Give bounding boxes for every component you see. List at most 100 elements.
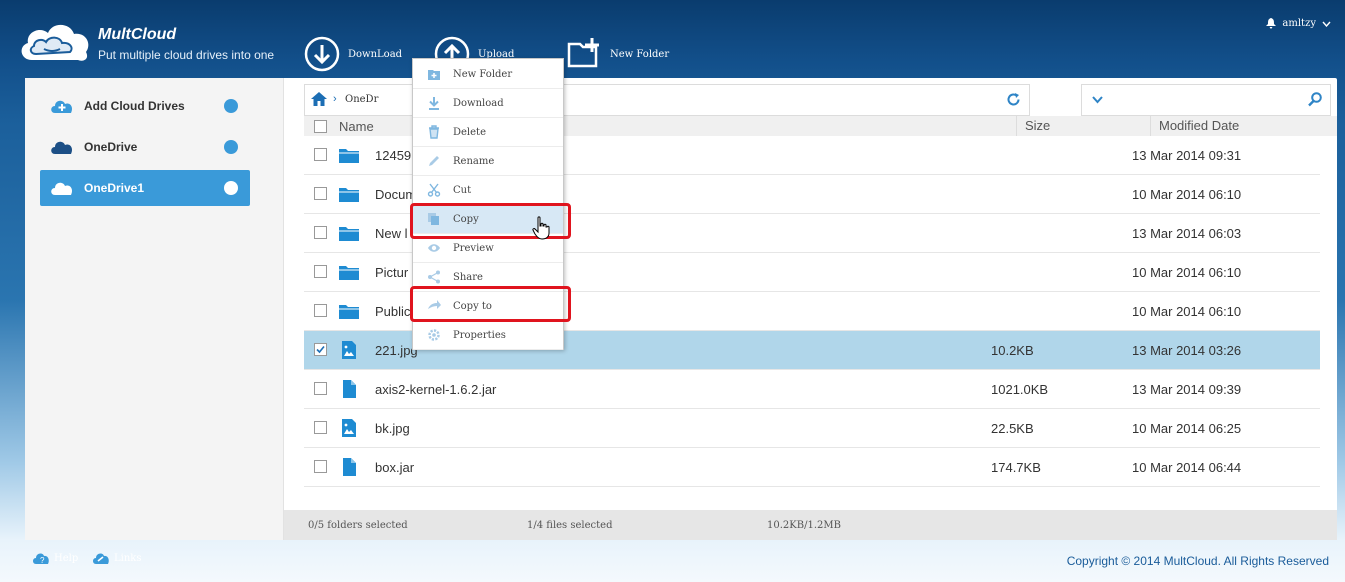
new-folder-button[interactable]: New Folder xyxy=(566,36,669,72)
download-icon xyxy=(304,36,340,72)
chevron-down-icon[interactable] xyxy=(1092,96,1103,104)
copyright-text: Copyright © 2014 MultCloud. All Rights R… xyxy=(1066,554,1329,568)
context-menu-item-download[interactable]: Download xyxy=(413,89,563,118)
download-label: DownLoad xyxy=(348,48,403,60)
search-icon[interactable] xyxy=(1308,92,1322,107)
context-menu-item-cut[interactable]: Cut xyxy=(413,176,563,205)
context-menu-label: New Folder xyxy=(453,69,513,80)
sidebar-item-label: Add Cloud Drives xyxy=(84,99,185,113)
app-name: MultCloud xyxy=(98,26,177,43)
table-row[interactable]: box.jar 174.7KB 10 Mar 2014 06:44 xyxy=(304,448,1320,487)
chevron-down-icon xyxy=(1322,21,1331,27)
new-folder-icon xyxy=(428,70,440,80)
file-modified-date: 10 Mar 2014 06:44 xyxy=(1132,460,1242,475)
file-modified-date: 10 Mar 2014 06:10 xyxy=(1132,304,1242,319)
home-icon[interactable] xyxy=(310,91,328,107)
sidebar-item-label: OneDrive xyxy=(84,140,138,154)
file-size: 10.2KB xyxy=(991,343,1034,358)
status-bar: 0/5 folders selected 1/4 files selected … xyxy=(284,510,1337,540)
onedrive-cloud-icon xyxy=(51,141,73,154)
folder-icon xyxy=(339,149,359,163)
context-menu-label: Properties xyxy=(453,330,506,341)
file-modified-date: 10 Mar 2014 06:10 xyxy=(1132,187,1242,202)
bell-icon xyxy=(1266,18,1277,29)
folder-icon xyxy=(339,305,359,319)
copy-to-highlight xyxy=(410,286,571,322)
row-checkbox[interactable] xyxy=(314,265,327,278)
select-all-checkbox[interactable] xyxy=(314,120,327,133)
size-selected: 10.2KB/1.2MB xyxy=(767,520,841,531)
row-checkbox[interactable] xyxy=(314,148,327,161)
row-checkbox[interactable] xyxy=(314,304,327,317)
file-icon xyxy=(343,458,356,476)
file-name[interactable]: axis2-kernel-1.6.2.jar xyxy=(375,382,496,397)
breadcrumb-segment[interactable]: OneDr xyxy=(345,94,378,105)
chevron-down-icon[interactable] xyxy=(224,181,238,195)
links-link[interactable]: Links xyxy=(92,552,141,565)
download-button[interactable]: DownLoad xyxy=(304,36,402,72)
sidebar-item-onedrive[interactable]: OneDrive xyxy=(40,129,250,165)
context-menu-label: Preview xyxy=(453,243,494,254)
file-icon xyxy=(343,380,356,398)
files-selected: 1/4 files selected xyxy=(527,520,613,531)
file-name[interactable]: New l xyxy=(375,226,408,241)
cloud-help-icon: ? xyxy=(33,553,49,565)
file-modified-date: 10 Mar 2014 06:25 xyxy=(1132,421,1242,436)
row-checkbox[interactable] xyxy=(314,187,327,200)
file-name[interactable]: bk.jpg xyxy=(375,421,410,436)
context-menu-item-new-folder[interactable]: New Folder xyxy=(413,60,563,89)
help-link[interactable]: ? Help xyxy=(32,552,78,565)
file-name[interactable]: Pictur xyxy=(375,265,408,280)
sidebar-item-onedrive1[interactable]: OneDrive1 xyxy=(40,170,250,206)
table-row[interactable]: axis2-kernel-1.6.2.jar 1021.0KB 13 Mar 201… xyxy=(304,370,1320,409)
folders-selected: 0/5 folders selected xyxy=(308,520,408,531)
row-checkbox[interactable] xyxy=(314,382,327,395)
onedrive-cloud-icon xyxy=(51,182,73,195)
file-name[interactable]: Public xyxy=(375,304,410,319)
context-menu-item-rename[interactable]: Rename xyxy=(413,147,563,176)
multcloud-logo-icon xyxy=(21,24,89,61)
row-checkbox[interactable] xyxy=(314,226,327,239)
cloud-link-icon xyxy=(93,553,109,564)
user-menu[interactable]: amltzy xyxy=(1266,18,1331,29)
context-menu-label: Share xyxy=(453,272,483,283)
file-size: 22.5KB xyxy=(991,421,1034,436)
sidebar: Add Cloud Drives OneDrive OneDrive1 xyxy=(25,78,284,540)
row-checkbox[interactable] xyxy=(314,421,327,434)
image-file-icon xyxy=(342,419,356,437)
context-menu-item-properties[interactable]: Properties xyxy=(413,321,563,350)
folder-icon xyxy=(339,227,359,241)
context-menu-label: Rename xyxy=(453,156,495,167)
table-row[interactable]: bk.jpg 22.5KB 10 Mar 2014 06:25 xyxy=(304,409,1320,448)
svg-text:?: ? xyxy=(40,556,45,565)
hand-cursor-icon xyxy=(532,216,550,240)
preview-icon xyxy=(428,244,440,252)
file-name[interactable]: Docum xyxy=(375,187,416,202)
cut-icon xyxy=(427,183,441,197)
sidebar-item-label: OneDrive1 xyxy=(84,181,145,195)
sidebar-item-add-cloud-drives[interactable]: Add Cloud Drives xyxy=(40,88,250,124)
file-modified-date: 13 Mar 2014 09:31 xyxy=(1132,148,1242,163)
chevron-right-icon[interactable] xyxy=(224,99,238,113)
column-size[interactable]: Size xyxy=(1016,116,1050,136)
chevron-down-icon[interactable] xyxy=(224,140,238,154)
refresh-icon[interactable] xyxy=(1006,92,1021,107)
row-checkbox[interactable] xyxy=(314,460,327,473)
rename-icon xyxy=(429,156,439,166)
context-menu-label: Delete xyxy=(453,127,486,138)
column-modified-date[interactable]: Modified Date xyxy=(1150,116,1239,136)
delete-icon xyxy=(429,125,439,139)
file-modified-date: 10 Mar 2014 06:10 xyxy=(1132,265,1242,280)
row-checkbox[interactable] xyxy=(314,343,327,356)
search-input[interactable] xyxy=(1081,84,1331,116)
file-name[interactable]: box.jar xyxy=(375,460,414,475)
folder-icon xyxy=(339,266,359,280)
username: amltzy xyxy=(1282,18,1316,29)
context-menu-item-delete[interactable]: Delete xyxy=(413,118,563,147)
column-name[interactable]: Name xyxy=(339,119,374,134)
main-panel: Add Cloud Drives OneDrive OneDrive1 › On… xyxy=(25,78,1337,540)
folder-icon xyxy=(339,188,359,202)
file-size: 174.7KB xyxy=(991,460,1041,475)
context-menu-label: Cut xyxy=(453,185,472,196)
file-name[interactable]: 12459 xyxy=(375,148,411,163)
